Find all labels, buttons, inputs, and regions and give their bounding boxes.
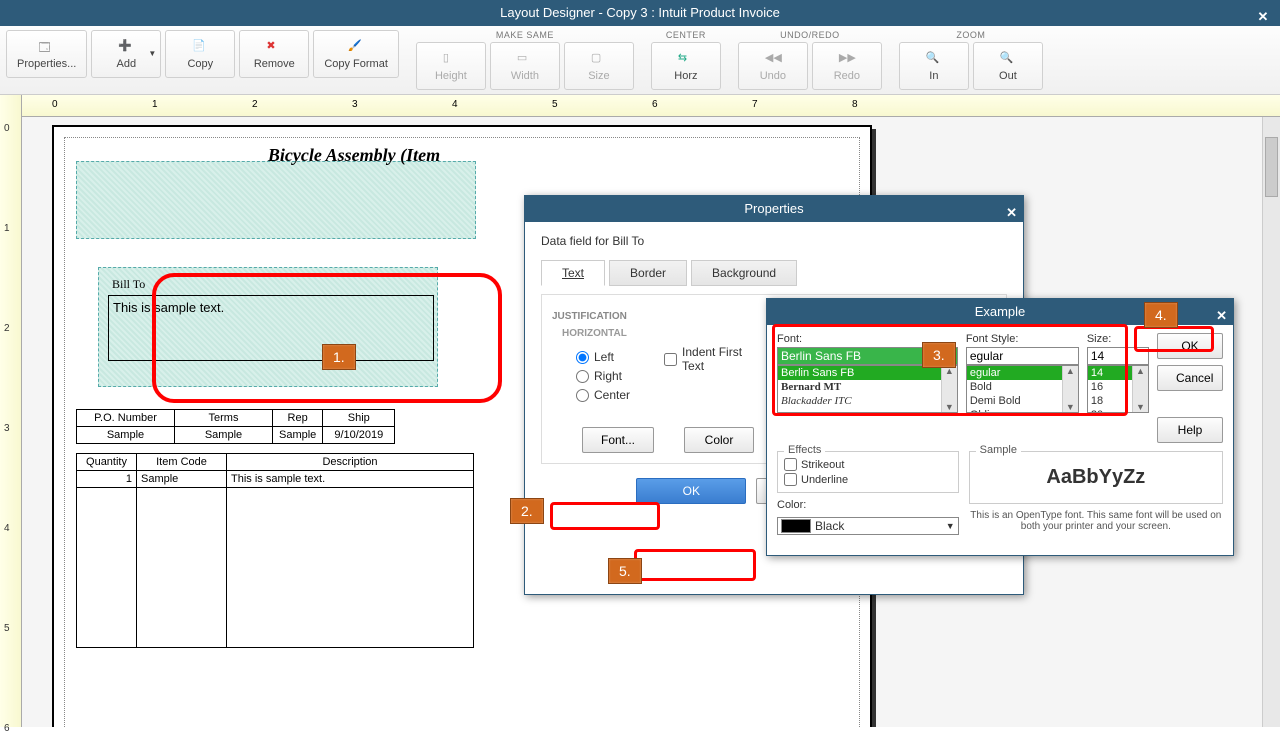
tab-border[interactable]: Border [609, 260, 687, 286]
window-title-bar: Layout Designer - Copy 3 : Intuit Produc… [0, 0, 1280, 26]
effects-group: Effects Strikeout Underline [777, 451, 959, 493]
chevron-down-icon: ▼ [946, 521, 955, 531]
font-cancel-button[interactable]: Cancel [1157, 365, 1223, 391]
vertical-scrollbar[interactable] [1262, 117, 1280, 727]
zoom-in-icon: 🔍 [926, 51, 942, 67]
sample-note: This is an OpenType font. This same font… [969, 510, 1223, 532]
horz-button[interactable]: ⇆Horz [651, 42, 721, 90]
window-title: Layout Designer - Copy 3 : Intuit Produc… [500, 5, 780, 20]
size-icon: ▢ [591, 51, 607, 67]
height-icon: ▯ [443, 51, 459, 67]
properties-ok-button[interactable]: OK [636, 478, 746, 504]
font-list[interactable]: Berlin Sans FB Bernard MT Blackadder ITC [777, 365, 958, 413]
width-icon: ▭ [517, 51, 533, 67]
scrollbar[interactable] [1132, 366, 1148, 412]
radio-right[interactable]: Right [576, 369, 630, 383]
make-same-label: MAKE SAME [416, 30, 634, 40]
redo-button[interactable]: ▶▶Redo [812, 42, 882, 90]
undo-button[interactable]: ◀◀Undo [738, 42, 808, 90]
bill-to-textbox[interactable]: This is sample text. [108, 295, 434, 361]
step-2: 2. [510, 498, 544, 524]
size-list[interactable]: 14 16 18 20 [1087, 365, 1149, 413]
size-button[interactable]: ▢Size [564, 42, 634, 90]
data-field-label: Data field for Bill To [541, 234, 1007, 248]
style-input[interactable] [966, 347, 1079, 365]
color-select[interactable]: Black ▼ [777, 517, 959, 535]
invoice-items-table: QuantityItem CodeDescription 1SampleThis… [76, 453, 474, 648]
height-button[interactable]: ▯Height [416, 42, 486, 90]
undoredo-label: UNDO/REDO [738, 30, 882, 40]
scrollbar[interactable] [1062, 366, 1078, 412]
color-label: Color: [777, 499, 959, 511]
copy-format-button[interactable]: 🖌️Copy Format [313, 30, 399, 78]
font-help-button[interactable]: Help [1157, 417, 1223, 443]
step-5: 5. [608, 558, 642, 584]
remove-icon: ✖ [266, 39, 282, 55]
font-button[interactable]: Font... [582, 427, 654, 453]
bill-to-label: Bill To [112, 277, 145, 292]
zoom-in-button[interactable]: 🔍In [899, 42, 969, 90]
ruler-vertical: 0123456 [0, 95, 22, 727]
close-icon[interactable]: ✕ [1254, 4, 1272, 22]
horz-center-icon: ⇆ [678, 51, 694, 67]
color-button[interactable]: Color [684, 427, 754, 453]
style-label: Font Style: [966, 333, 1079, 345]
invoice-header-table: P.O. NumberTermsRepShip SampleSampleSamp… [76, 409, 395, 444]
underline-checkbox[interactable]: Underline [784, 473, 952, 486]
radio-center[interactable]: Center [576, 388, 630, 402]
main-toolbar: 🗔Properties... ➕Add▼ 📄Copy ✖Remove 🖌️Cop… [0, 26, 1280, 95]
tab-text[interactable]: Text [541, 260, 605, 286]
radio-left[interactable]: Left [576, 350, 630, 364]
remove-button[interactable]: ✖Remove [239, 30, 309, 78]
font-dialog: Example✕ Font: Berlin Sans FB Bernard MT… [766, 298, 1234, 556]
center-label: CENTER [651, 30, 721, 40]
zoom-out-icon: 🔍 [1000, 51, 1016, 67]
properties-button[interactable]: 🗔Properties... [6, 30, 87, 78]
chevron-down-icon: ▼ [148, 49, 156, 58]
close-icon[interactable]: ✕ [1006, 200, 1017, 226]
step-1: 1. [322, 344, 356, 370]
properties-icon: 🗔 [39, 39, 55, 55]
zoom-out-button[interactable]: 🔍Out [973, 42, 1043, 90]
undo-icon: ◀◀ [765, 51, 781, 67]
copy-icon: 📄 [192, 39, 208, 55]
header-box[interactable] [76, 161, 476, 239]
size-label: Size: [1087, 333, 1149, 345]
copy-button[interactable]: 📄Copy [165, 30, 235, 78]
properties-dialog-title[interactable]: Properties✕ [525, 196, 1023, 222]
close-icon[interactable]: ✕ [1216, 303, 1227, 329]
redo-icon: ▶▶ [839, 51, 855, 67]
step-4: 4. [1144, 302, 1178, 328]
properties-tabs: Text Border Background [541, 260, 1007, 286]
sample-preview: AaBbYyZz [976, 458, 1216, 497]
add-icon: ➕ [118, 39, 134, 55]
scrollbar[interactable] [941, 366, 957, 412]
size-input[interactable] [1087, 347, 1149, 365]
step-3: 3. [922, 342, 956, 368]
ruler-horizontal: 012345678 [22, 95, 1280, 117]
color-swatch [781, 519, 811, 533]
indent-checkbox[interactable]: Indent First Text [664, 345, 752, 373]
brush-icon: 🖌️ [348, 39, 364, 55]
strikeout-checkbox[interactable]: Strikeout [784, 458, 952, 471]
zoom-label: ZOOM [899, 30, 1043, 40]
width-button[interactable]: ▭Width [490, 42, 560, 90]
style-list[interactable]: egular Bold Demi Bold Oblique [966, 365, 1079, 413]
document-title: Bicycle Assembly (Item [268, 145, 440, 166]
tab-background[interactable]: Background [691, 260, 797, 286]
sample-group: Sample AaBbYyZz [969, 451, 1223, 504]
add-button[interactable]: ➕Add▼ [91, 30, 161, 78]
font-ok-button[interactable]: OK [1157, 333, 1223, 359]
